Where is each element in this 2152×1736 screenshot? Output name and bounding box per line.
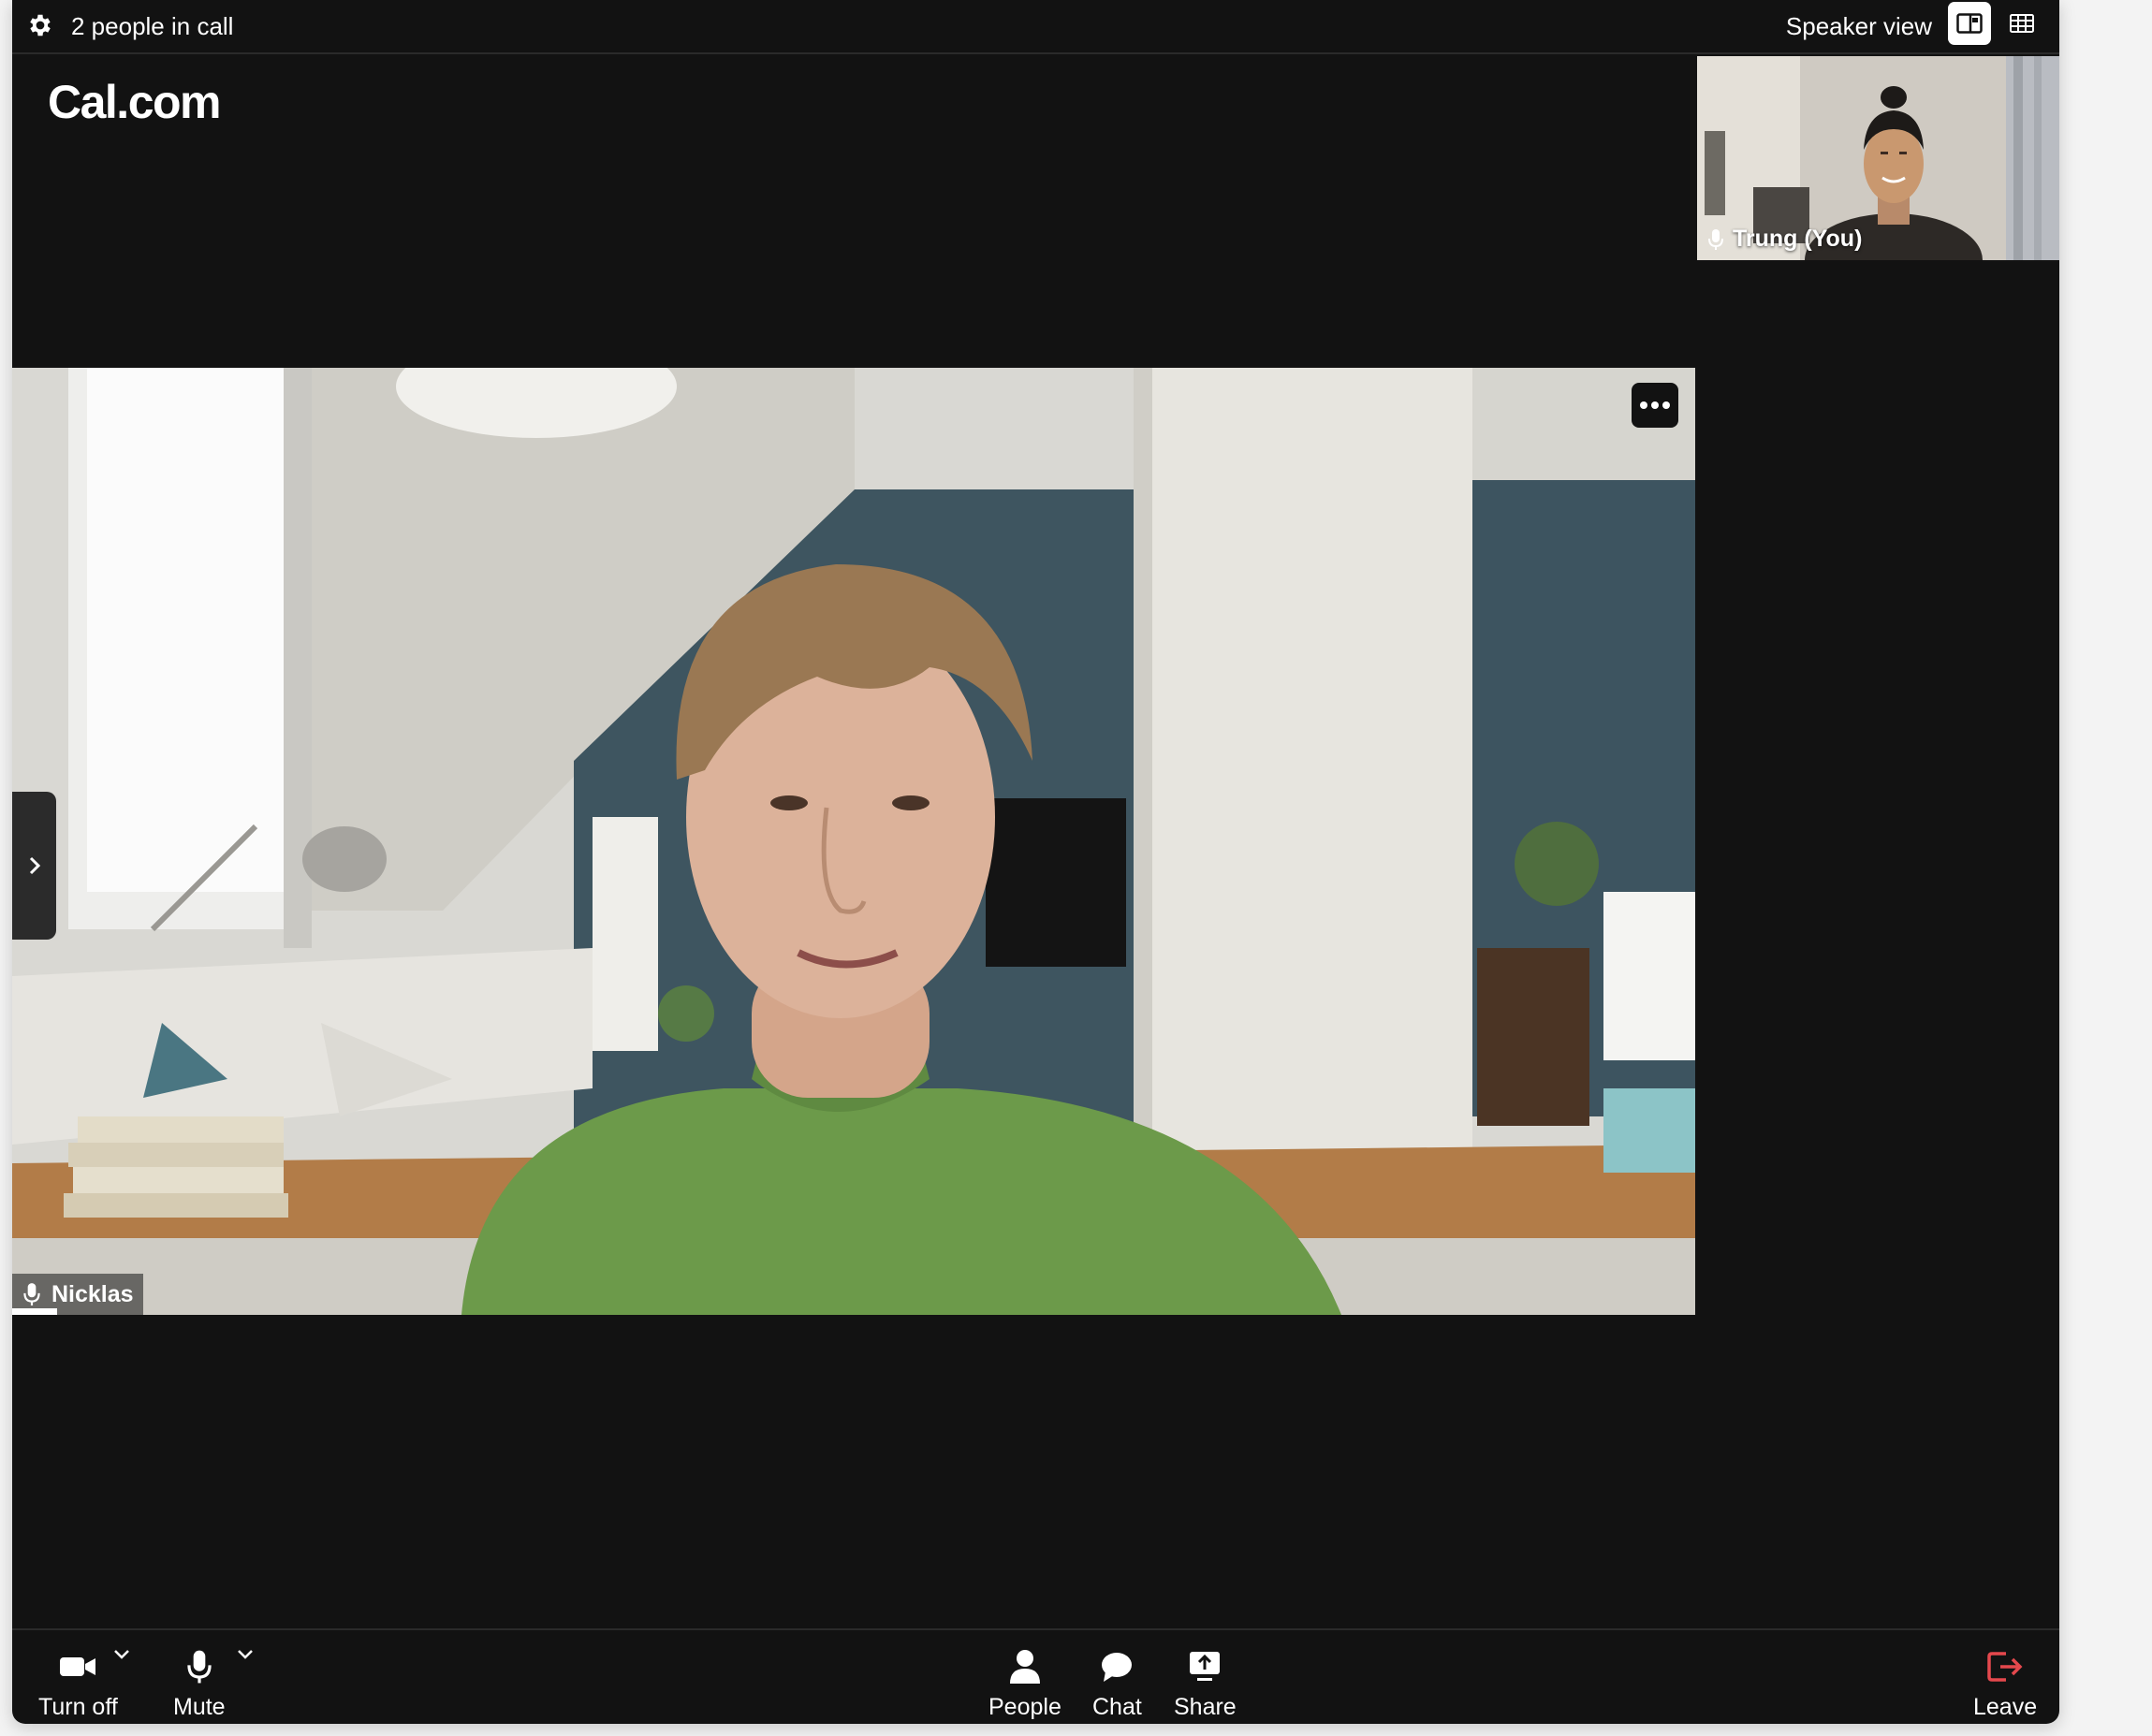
leave-call-button[interactable]: Leave bbox=[1973, 1647, 2037, 1721]
camera-options-chevron-icon[interactable] bbox=[113, 1649, 130, 1660]
speaker-view-button[interactable] bbox=[1948, 2, 1991, 45]
microphone-icon bbox=[23, 1283, 40, 1306]
mute-label: Mute bbox=[173, 1694, 226, 1720]
people-label: People bbox=[988, 1694, 1061, 1720]
view-mode-label: Speaker view bbox=[1785, 12, 1932, 40]
speaker-name-tag: Nicklas bbox=[12, 1274, 143, 1315]
brand-logo: Cal.com bbox=[48, 76, 222, 128]
leave-icon bbox=[1987, 1652, 2023, 1682]
grid-view-icon bbox=[2010, 14, 2034, 33]
mute-button[interactable]: Mute bbox=[173, 1647, 226, 1721]
share-screen-button[interactable]: Share bbox=[1174, 1647, 1237, 1721]
chat-button[interactable]: Chat bbox=[1092, 1647, 1142, 1721]
speaker-view-icon bbox=[1956, 13, 1983, 34]
top-bar: 2 people in call Speaker view bbox=[12, 0, 2059, 54]
audio-level-bar bbox=[12, 1308, 57, 1315]
speaker-video-feed bbox=[12, 368, 1695, 1315]
screen-share-icon bbox=[1190, 1652, 1221, 1681]
more-options-icon bbox=[1640, 401, 1670, 409]
chevron-right-icon bbox=[29, 856, 40, 875]
microphone-icon bbox=[187, 1650, 212, 1684]
gear-icon[interactable] bbox=[26, 11, 54, 39]
person-icon bbox=[1009, 1650, 1040, 1684]
people-button[interactable]: People bbox=[988, 1647, 1061, 1721]
chat-label: Chat bbox=[1092, 1694, 1142, 1720]
video-call-window: 2 people in call Speaker view Cal.com Tr… bbox=[12, 0, 2059, 1724]
self-name-label: Trung (You) bbox=[1708, 226, 1862, 253]
video-camera-icon bbox=[60, 1657, 96, 1676]
grid-view-button[interactable] bbox=[2000, 2, 2043, 45]
chat-bubble-icon bbox=[1102, 1653, 1133, 1682]
self-name: Trung (You) bbox=[1733, 226, 1863, 252]
camera-toggle-button[interactable]: Turn off bbox=[38, 1647, 118, 1721]
microphone-icon bbox=[1708, 228, 1723, 250]
camera-toggle-label: Turn off bbox=[38, 1694, 118, 1720]
call-controls-bar: Turn off Mute People Chat Share Leave bbox=[12, 1628, 2059, 1724]
leave-label: Leave bbox=[1973, 1694, 2038, 1720]
sidebar-toggle-button[interactable] bbox=[12, 792, 56, 940]
people-count: 2 people in call bbox=[71, 12, 234, 40]
speaker-name: Nicklas bbox=[51, 1280, 134, 1307]
share-label: Share bbox=[1174, 1694, 1237, 1720]
speaker-video-tile[interactable]: Nicklas bbox=[12, 368, 1695, 1315]
mic-options-chevron-icon[interactable] bbox=[237, 1649, 254, 1660]
more-options-button[interactable] bbox=[1632, 383, 1678, 428]
self-video-tile[interactable]: Trung (You) bbox=[1697, 56, 2059, 260]
